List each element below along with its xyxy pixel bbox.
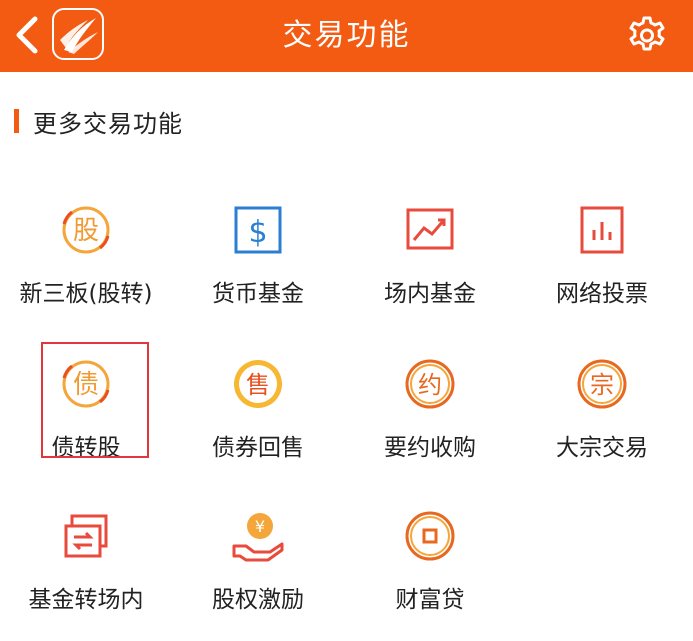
- svg-text:¥: ¥: [255, 517, 265, 536]
- top-bar: 交易功能: [0, 0, 693, 72]
- grid-item-label: 股权激励: [212, 587, 304, 613]
- section-header: 更多交易功能: [14, 104, 183, 138]
- app-logo: [52, 8, 104, 60]
- share-transfer-icon: 股: [62, 206, 110, 254]
- dollar-icon: $: [234, 206, 282, 254]
- grid-item-money-fund[interactable]: $ 货币基金: [172, 196, 344, 326]
- grid-item-label: 大宗交易: [556, 435, 648, 461]
- grid-item-bond-sellback[interactable]: 售 债券回售: [172, 350, 344, 480]
- trend-chart-icon: [406, 208, 454, 250]
- grid-item-label: 货币基金: [212, 281, 304, 307]
- chevron-left-icon: [16, 16, 38, 54]
- grid-item-label: 债券回售: [212, 435, 304, 461]
- svg-text:约: 约: [418, 371, 442, 399]
- grid-item-share-transfer[interactable]: 股 新三板(股转): [0, 196, 172, 326]
- svg-text:$: $: [248, 215, 267, 250]
- section-title: 更多交易功能: [33, 109, 183, 138]
- grid-item-label: 场内基金: [384, 281, 476, 307]
- grid-item-label: 网络投票: [556, 281, 648, 307]
- bond-convert-icon: 债: [62, 360, 110, 408]
- sail-logo-icon: [60, 18, 98, 54]
- grid-item-equity-incentive[interactable]: ¥ 股权激励: [172, 502, 344, 632]
- settings-button[interactable]: [623, 12, 671, 60]
- block-trade-icon: 宗: [577, 359, 627, 409]
- svg-text:债: 债: [73, 370, 99, 400]
- grid-item-tender-offer[interactable]: 约 要约收购: [344, 350, 516, 480]
- svg-text:股: 股: [73, 216, 99, 246]
- grid-item-online-vote[interactable]: 网络投票: [516, 196, 688, 326]
- gear-icon: [629, 16, 665, 51]
- svg-text:售: 售: [246, 371, 270, 399]
- grid-item-wealth-loan[interactable]: 财富贷: [344, 502, 516, 632]
- grid-item-label: 财富贷: [395, 587, 465, 613]
- grid-item-label: 债转股: [51, 435, 121, 461]
- wealth-loan-icon: [405, 511, 455, 561]
- bar-chart-icon: [580, 206, 624, 254]
- grid-item-fund-transfer[interactable]: 基金转场内: [0, 502, 172, 632]
- fund-transfer-icon: [64, 514, 108, 558]
- section-accent-bar: [14, 109, 19, 133]
- grid-item-debt-to-equity[interactable]: 债 债转股: [0, 350, 172, 480]
- tender-offer-icon: 约: [405, 359, 455, 409]
- equity-incentive-icon: ¥: [232, 513, 284, 562]
- bond-sellback-icon: 售: [234, 360, 282, 408]
- back-button[interactable]: [10, 12, 42, 58]
- grid-item-label: 新三板(股转): [19, 281, 153, 307]
- grid-item-block-trade[interactable]: 宗 大宗交易: [516, 350, 688, 480]
- grid-item-exchange-fund[interactable]: 场内基金: [344, 196, 516, 326]
- grid-item-label: 要约收购: [384, 435, 476, 461]
- svg-text:宗: 宗: [590, 371, 614, 399]
- grid-item-label: 基金转场内: [28, 587, 144, 613]
